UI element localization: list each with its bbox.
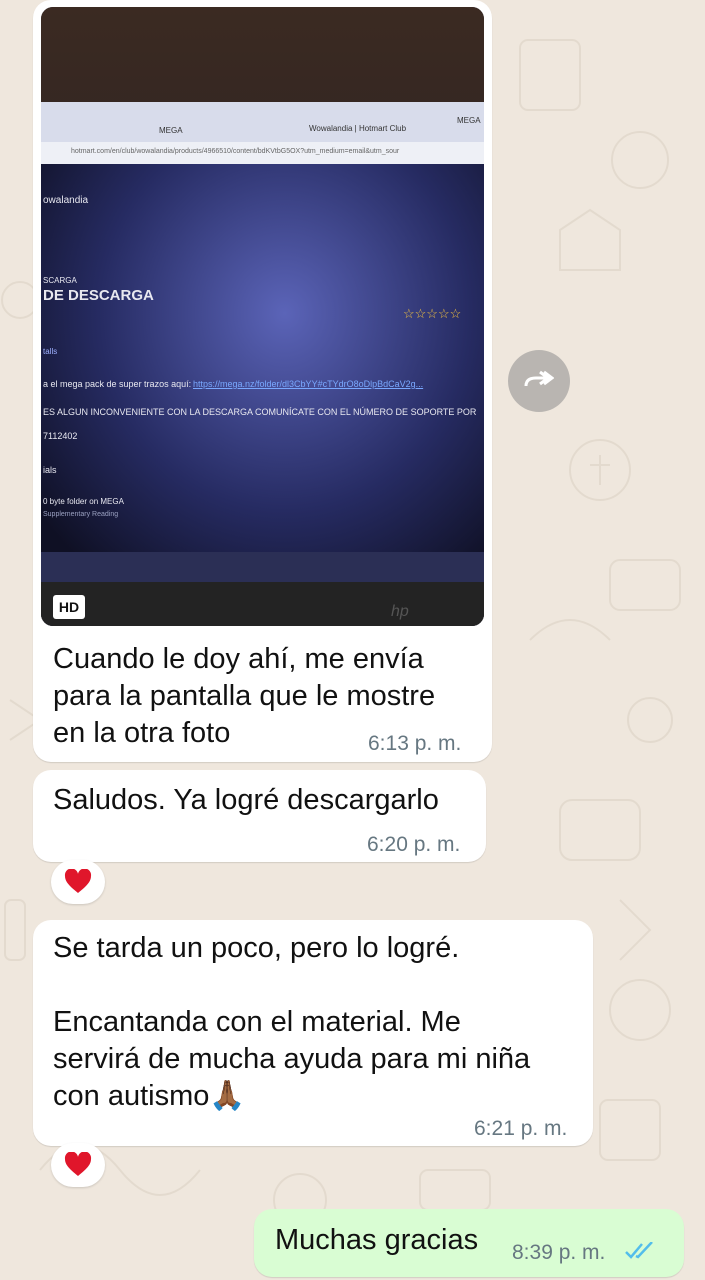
message-text-3: Se tarda un poco, pero lo logré. Encanta… <box>53 932 531 1112</box>
message-bubble-4[interactable]: Muchas gracias 8:39 p. m. <box>254 1209 684 1277</box>
browser-url: hotmart.com/en/club/wowalandia/products/… <box>71 148 400 155</box>
message-time-4: 8:39 p. m. <box>512 1241 606 1264</box>
materials-tab: ials <box>43 465 57 475</box>
message-text-2: Saludos. Ya logré descargarlo <box>53 784 439 816</box>
laptop-brand: hp <box>391 603 409 620</box>
heart-reaction-1[interactable] <box>51 860 105 904</box>
forward-button[interactable] <box>508 350 570 412</box>
heart-icon <box>64 869 92 893</box>
attached-photo[interactable]: MEGA Wowalandia | Hotmart Club MEGA hotm… <box>41 7 484 626</box>
screen-heading-small: SCARGA <box>43 276 77 285</box>
heart-reaction-2[interactable] <box>51 1143 105 1187</box>
heart-icon <box>64 1152 92 1176</box>
rating-stars: ☆☆☆☆☆ <box>403 306 462 321</box>
browser-tab-2: Wowalandia | Hotmart Club <box>309 124 407 133</box>
support-number: 7112402 <box>43 431 78 441</box>
download-link: https://mega.nz/folder/dl3CbYY#cTYdrO8oD… <box>193 379 424 389</box>
browser-tab-3: MEGA <box>457 116 481 125</box>
site-name: owalandia <box>43 195 89 206</box>
message-bubble-2[interactable]: Saludos. Ya logré descargarlo 6:20 p. m. <box>33 770 486 862</box>
download-line-text: a el mega pack de super trazos aquí: <box>43 379 192 389</box>
message-text-4: Muchas gracias <box>275 1224 479 1256</box>
support-line: ES ALGUN INCONVENIENTE CON LA DESCARGA C… <box>43 407 477 417</box>
details-label: talls <box>43 347 58 356</box>
forward-icon <box>524 370 554 387</box>
message-bubble-1[interactable]: MEGA Wowalandia | Hotmart Club MEGA hotm… <box>33 0 492 762</box>
message-time-1: 6:13 p. m. <box>368 732 462 755</box>
browser-tab-1: MEGA <box>159 126 183 135</box>
message-bubble-3[interactable]: Se tarda un poco, pero lo logré. Encanta… <box>33 920 593 1146</box>
message-time-2: 6:20 p. m. <box>367 833 461 856</box>
screen-heading: DE DESCARGA <box>43 287 154 304</box>
file-name: 0 byte folder on MEGA <box>43 497 124 506</box>
hd-badge: HD <box>53 595 85 619</box>
file-sub: Supplementary Reading <box>43 511 119 518</box>
message-time-3: 6:21 p. m. <box>474 1117 568 1140</box>
read-ticks-icon <box>625 1242 653 1259</box>
